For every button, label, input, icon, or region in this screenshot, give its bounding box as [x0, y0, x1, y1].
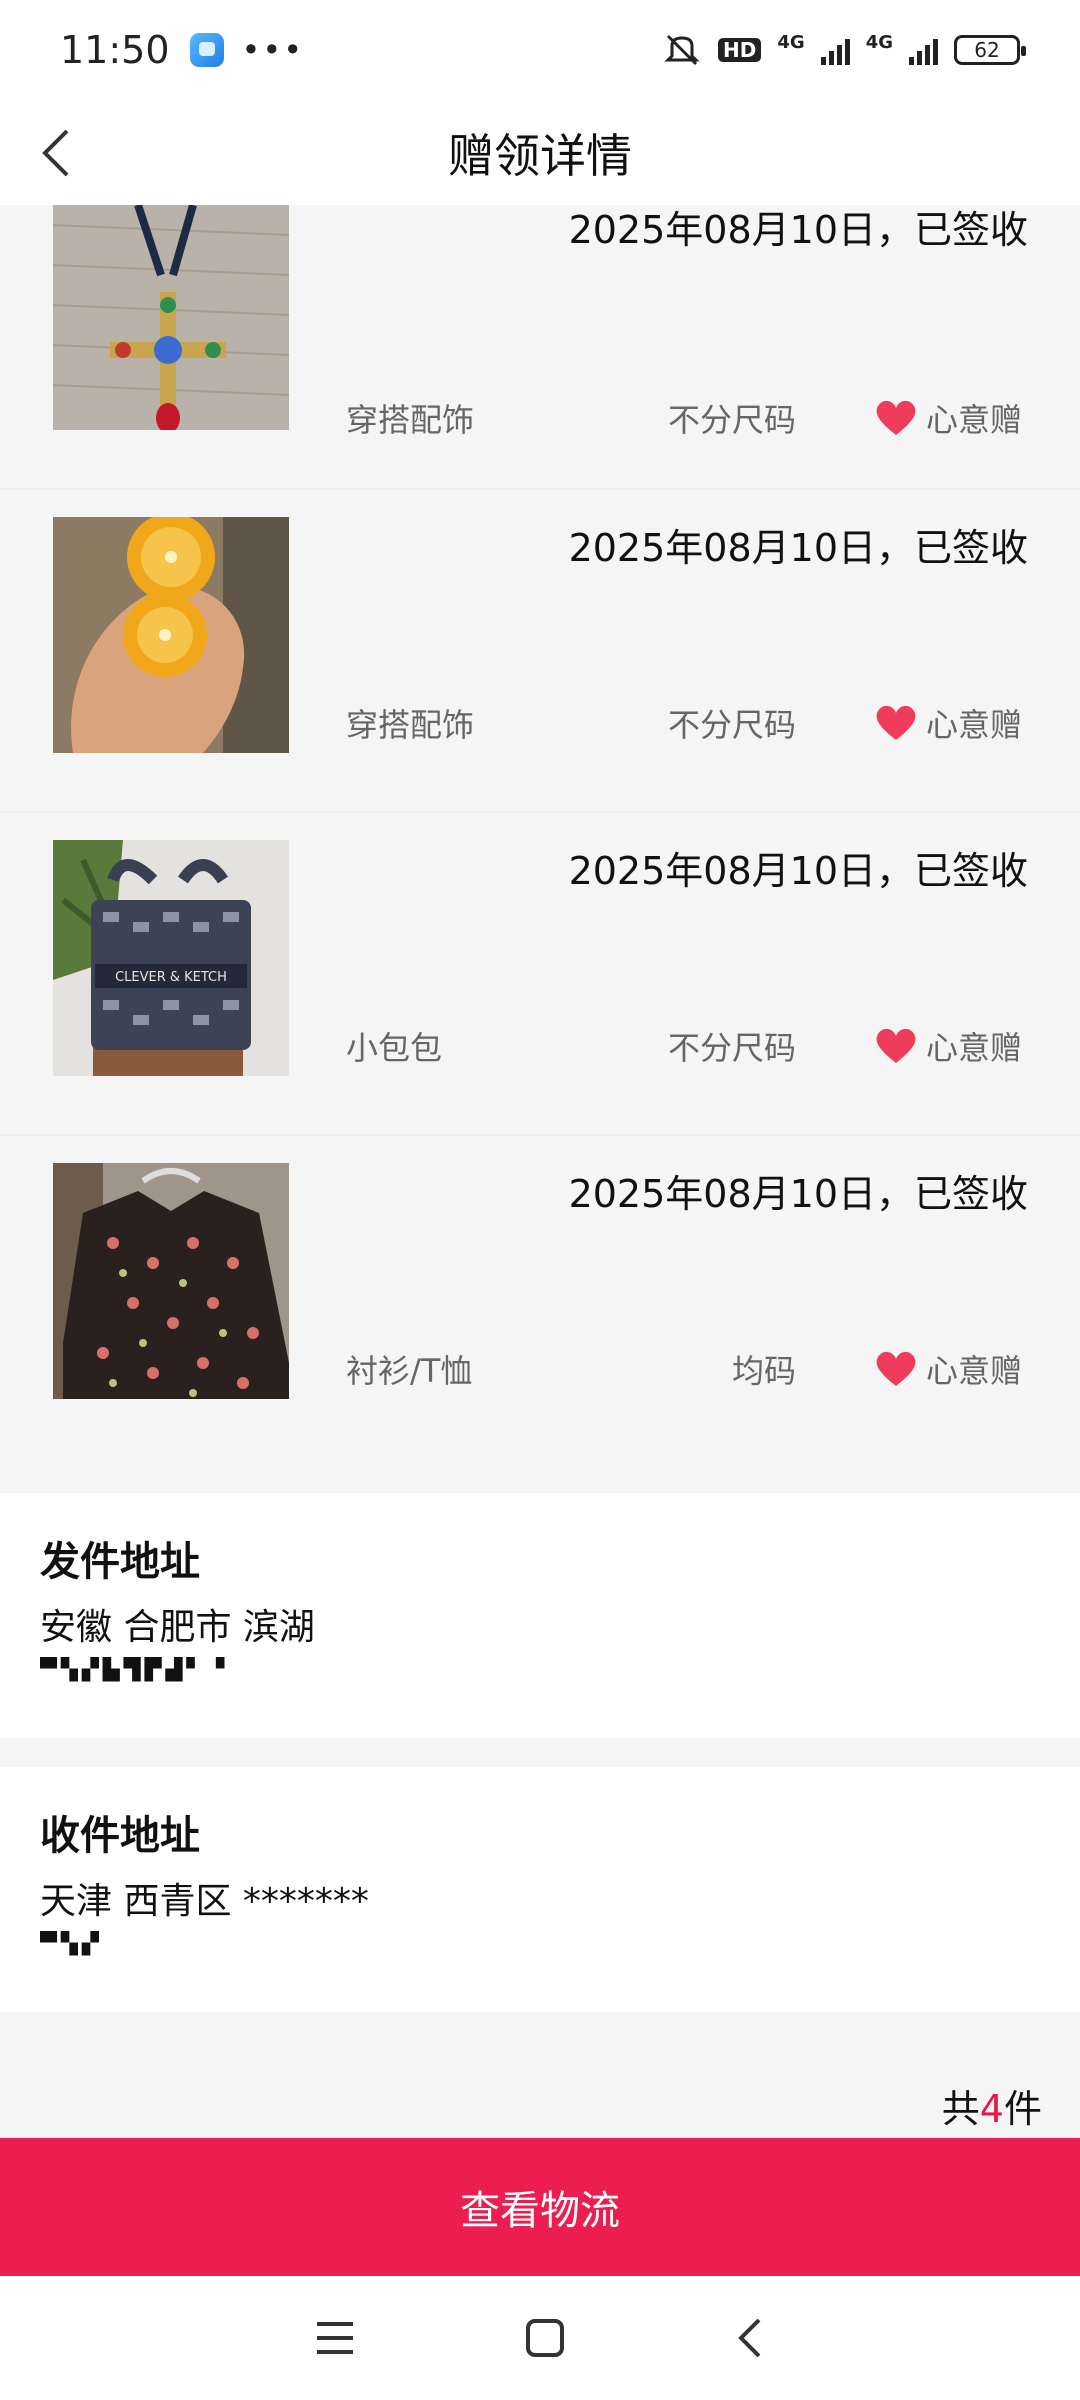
item-category: 穿搭配饰	[346, 706, 475, 744]
battery-level: 62	[974, 38, 1000, 62]
sender-address-section: 发件地址 安徽 合肥市 滨湖 ▀▚▞▙▜▛▟▘▝	[0, 1493, 1080, 1738]
heart-icon	[876, 705, 916, 740]
system-navigation-bar	[0, 2276, 1080, 2400]
total-count: 4	[979, 2087, 1004, 2131]
item-tag: 心意赠	[874, 1023, 1022, 1069]
item-list: 2025年08月10日，已签收 穿搭配饰 不分尺码 心意赠 2025年08月10…	[0, 205, 1080, 1486]
receiver-address-text: 天津 西青区 *******	[40, 1881, 369, 1922]
item-date: 2025年08月10日，已签收	[568, 849, 1028, 893]
item-thumbnail[interactable]	[53, 517, 289, 753]
more-notifications-icon: •••	[241, 31, 305, 69]
item-category: 穿搭配饰	[346, 401, 475, 439]
total-suffix: 件	[1003, 2087, 1042, 2131]
sender-address-text: 安徽 合肥市 滨湖	[40, 1607, 315, 1648]
necklace-image	[53, 205, 289, 430]
item-size: 不分尺码	[667, 1029, 796, 1067]
item-tag-label: 心意赠	[925, 706, 1022, 744]
hd-icon: HD	[718, 38, 762, 62]
sender-address-obscured: ▀▚▞▙▜▛▟▘▝	[40, 1657, 229, 1682]
menu-icon[interactable]	[315, 2320, 355, 2356]
item-tag-label: 心意赠	[925, 1029, 1022, 1067]
item-thumbnail[interactable]: CLEVER & KETCH	[53, 840, 289, 1076]
receiver-address-title: 收件地址	[40, 1813, 200, 1859]
page-title: 赠领详情	[448, 128, 632, 183]
network-label-1: 4G	[777, 32, 805, 53]
item-thumbnail[interactable]	[53, 1163, 289, 1399]
item-tag: 心意赠	[874, 395, 1022, 441]
status-bar: 11:50 ••• HD 4G 4G 62	[0, 0, 1080, 100]
back-nav-icon[interactable]	[735, 2316, 765, 2360]
item-category: 衬衫/T恤	[346, 1352, 473, 1390]
bag-print-text: CLEVER & KETCH	[115, 970, 227, 985]
nav-header: 赠领详情	[0, 100, 1080, 205]
home-icon[interactable]	[525, 2318, 565, 2358]
item-size: 不分尺码	[667, 706, 796, 744]
receiver-address-section: 收件地址 天津 西青区 ******* ▀▚▞	[0, 1767, 1080, 2012]
item-tag-label: 心意赠	[925, 1352, 1022, 1390]
sender-address-title: 发件地址	[40, 1539, 200, 1585]
view-logistics-button[interactable]: 查看物流	[0, 2138, 1080, 2276]
back-button[interactable]	[22, 118, 92, 188]
item-category: 小包包	[346, 1029, 443, 1067]
signal-icon-1	[820, 35, 850, 65]
bag-image: CLEVER & KETCH	[53, 840, 289, 1076]
item-date: 2025年08月10日，已签收	[568, 208, 1028, 252]
status-time: 11:50	[60, 28, 170, 72]
item-date: 2025年08月10日，已签收	[568, 1172, 1028, 1216]
heart-icon	[876, 1028, 916, 1063]
shirt-image	[53, 1163, 289, 1399]
list-item[interactable]: 2025年08月10日，已签收 衬衫/T恤 均码 心意赠	[0, 1136, 1080, 1486]
brooch-image	[53, 517, 289, 753]
heart-icon	[876, 1351, 916, 1386]
item-tag: 心意赠	[874, 700, 1022, 746]
heart-icon	[876, 400, 916, 435]
network-label-2: 4G	[865, 32, 893, 53]
receiver-address-obscured: ▀▚▞	[40, 1931, 103, 1956]
chevron-left-icon	[42, 129, 69, 177]
app-notification-icon	[189, 33, 224, 67]
item-size: 均码	[731, 1352, 796, 1390]
item-thumbnail[interactable]	[53, 205, 289, 430]
item-date: 2025年08月10日，已签收	[568, 526, 1028, 570]
item-total: 共4件	[942, 2078, 1042, 2133]
list-item[interactable]: 2025年08月10日，已签收 穿搭配饰 不分尺码 心意赠	[0, 205, 1080, 490]
mute-icon	[664, 34, 700, 66]
status-indicators: HD 4G 4G 62	[662, 32, 1026, 68]
item-size: 不分尺码	[667, 401, 796, 439]
total-prefix: 共	[941, 2087, 980, 2131]
battery-icon: 62	[954, 35, 1026, 65]
item-tag: 心意赠	[874, 1346, 1022, 1392]
list-item[interactable]: CLEVER & KETCH 2025年08月10日，已签收 小包包 不分尺码 …	[0, 813, 1080, 1136]
item-tag-label: 心意赠	[925, 401, 1022, 439]
list-item[interactable]: 2025年08月10日，已签收 穿搭配饰 不分尺码 心意赠	[0, 490, 1080, 813]
signal-icon-2	[909, 35, 938, 65]
